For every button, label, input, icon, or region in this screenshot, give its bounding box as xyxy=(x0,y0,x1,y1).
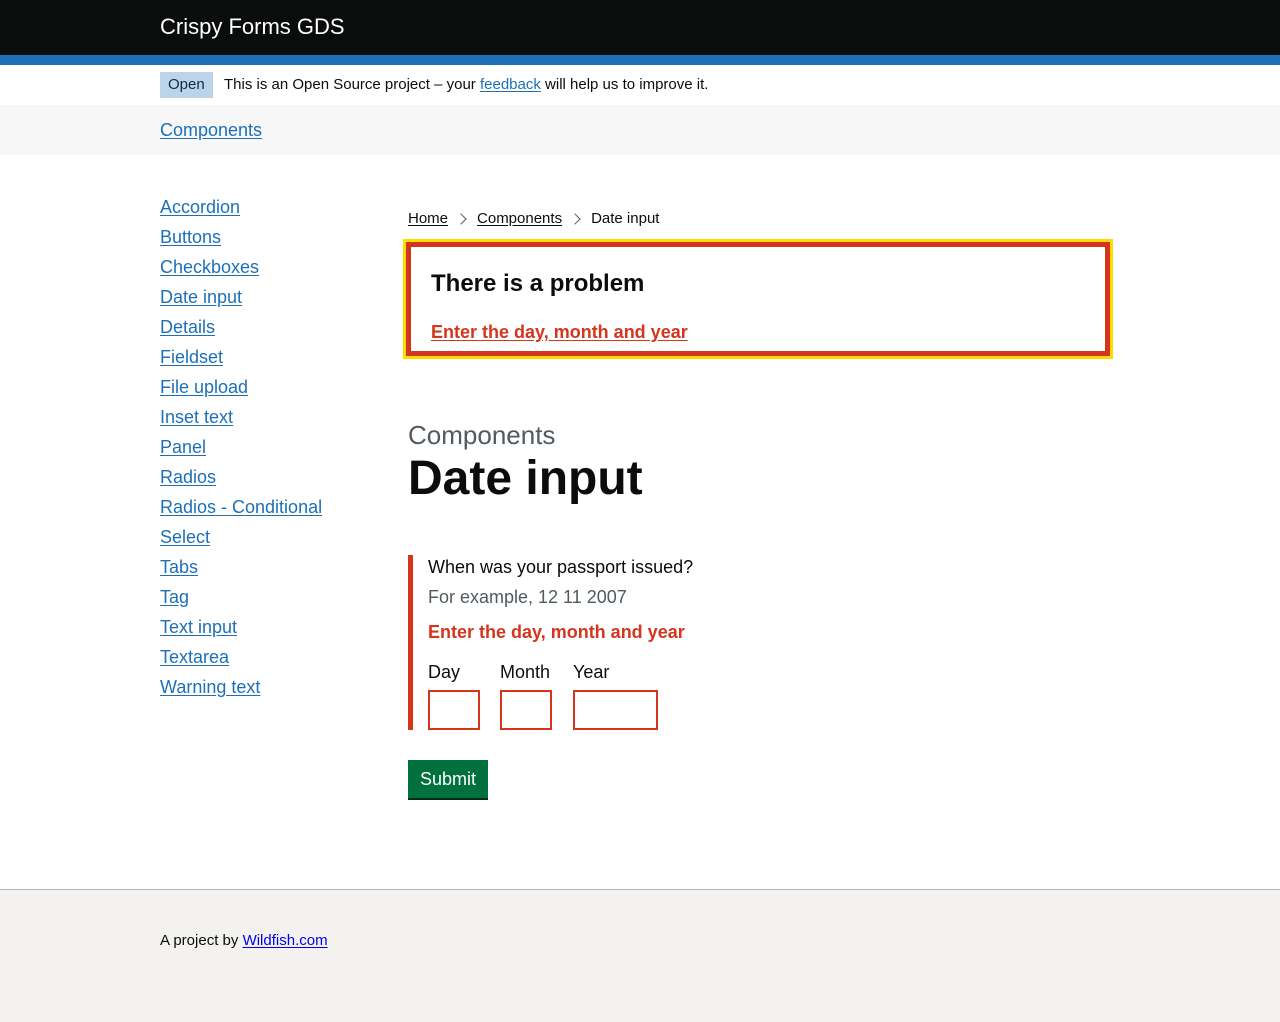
sidebar-item-text-input: Text input xyxy=(160,615,322,645)
phase-text-after: will help us to improve it. xyxy=(545,76,709,93)
sidebar-link-warning-text[interactable]: Warning text xyxy=(160,675,260,699)
sidebar-item-radios-conditional: Radios - Conditional xyxy=(160,495,322,525)
sidebar-item-buttons: Buttons xyxy=(160,225,322,255)
date-input-legend: When was your passport issued? xyxy=(428,557,694,577)
sidebar-item-select: Select xyxy=(160,525,322,555)
phase-banner-text: This is an Open Source project – your fe… xyxy=(224,74,708,96)
year-input[interactable] xyxy=(573,690,658,730)
header-accent-bar xyxy=(0,55,1280,65)
sidebar-link-radios[interactable]: Radios xyxy=(160,465,216,489)
sidebar-item-textarea: Textarea xyxy=(160,645,322,675)
page-caption: Components xyxy=(408,420,556,450)
sidebar-item-tag: Tag xyxy=(160,585,322,615)
sidebar-item-warning-text: Warning text xyxy=(160,675,322,705)
error-summary-title: There is a problem xyxy=(431,270,645,297)
sidebar-link-inset-text[interactable]: Inset text xyxy=(160,405,233,429)
sidebar-item-tabs: Tabs xyxy=(160,555,322,585)
sidebar-item-accordion: Accordion xyxy=(160,195,322,225)
sidebar-link-radios-conditional[interactable]: Radios - Conditional xyxy=(160,495,322,519)
date-input-form-group: When was your passport issued? For examp… xyxy=(408,555,1013,730)
phase-banner: Open This is an Open Source project – yo… xyxy=(0,65,1280,105)
sidebar-item-fieldset: Fieldset xyxy=(160,345,322,375)
sidebar-item-date-input: Date input xyxy=(160,285,322,315)
sidebar-link-tabs[interactable]: Tabs xyxy=(160,555,198,579)
month-label: Month xyxy=(500,662,551,682)
site-header: Crispy Forms GDS xyxy=(0,0,1280,55)
site-footer: A project by Wildfish.com xyxy=(0,889,1280,1022)
sidebar-link-details[interactable]: Details xyxy=(160,315,215,339)
sidebar-link-panel[interactable]: Panel xyxy=(160,435,206,459)
footer-label: A project by xyxy=(160,932,239,949)
chevron-right-icon xyxy=(569,213,581,225)
breadcrumb: Home Components Date input xyxy=(408,208,1122,230)
breadcrumb-home-link[interactable]: Home xyxy=(408,208,448,230)
date-input-error-message: Enter the day, month and year xyxy=(428,622,685,642)
subnav-components-link[interactable]: Components xyxy=(160,118,262,142)
sidebar-item-file-upload: File upload xyxy=(160,375,322,405)
submit-button[interactable]: Submit xyxy=(408,760,489,798)
day-label: Day xyxy=(428,662,461,682)
phase-text-before: This is an Open Source project – your xyxy=(224,76,476,93)
sidebar-item-details: Details xyxy=(160,315,322,345)
sidebar-link-file-upload[interactable]: File upload xyxy=(160,375,248,399)
chevron-right-icon xyxy=(455,213,467,225)
sidebar-link-date-input[interactable]: Date input xyxy=(160,285,242,309)
error-summary: There is a problem Enter the day, month … xyxy=(403,239,1113,359)
sidebar-item-inset-text: Inset text xyxy=(160,405,322,435)
phase-tag: Open xyxy=(160,72,213,98)
sidebar-nav: Accordion Buttons Checkboxes Date input … xyxy=(160,195,322,705)
month-field: Month xyxy=(500,660,552,730)
date-input-hint: For example, 12 11 2007 xyxy=(428,587,627,607)
year-field: Year xyxy=(573,660,658,730)
sidebar-link-accordion[interactable]: Accordion xyxy=(160,195,240,219)
sidebar-link-fieldset[interactable]: Fieldset xyxy=(160,345,223,369)
site-title-link[interactable]: Crispy Forms GDS xyxy=(160,12,345,42)
sidebar-item-radios: Radios xyxy=(160,465,322,495)
sidebar-link-textarea[interactable]: Textarea xyxy=(160,645,229,669)
sidebar-item-checkboxes: Checkboxes xyxy=(160,255,322,285)
sidebar-link-buttons[interactable]: Buttons xyxy=(160,225,221,249)
sidebar-item-panel: Panel xyxy=(160,435,322,465)
sidebar-link-tag[interactable]: Tag xyxy=(160,585,189,609)
breadcrumb-current: Date input xyxy=(591,210,660,227)
breadcrumb-components-link[interactable]: Components xyxy=(477,208,562,230)
year-label: Year xyxy=(573,662,610,682)
wildfish-link[interactable]: Wildfish.com xyxy=(243,932,328,949)
sub-navigation: Components xyxy=(0,105,1280,155)
month-input[interactable] xyxy=(500,690,552,730)
sidebar-link-text-input[interactable]: Text input xyxy=(160,615,237,639)
day-field: Day xyxy=(428,660,480,730)
main-content: Home Components Date input There is a pr… xyxy=(403,208,1122,798)
footer-text: A project by Wildfish.com xyxy=(160,930,328,952)
feedback-link[interactable]: feedback xyxy=(480,76,541,93)
day-input[interactable] xyxy=(428,690,480,730)
sidebar-link-checkboxes[interactable]: Checkboxes xyxy=(160,255,259,279)
sidebar-link-select[interactable]: Select xyxy=(160,525,210,549)
error-summary-link[interactable]: Enter the day, month and year xyxy=(431,320,688,344)
page-title: Date input xyxy=(408,452,643,505)
